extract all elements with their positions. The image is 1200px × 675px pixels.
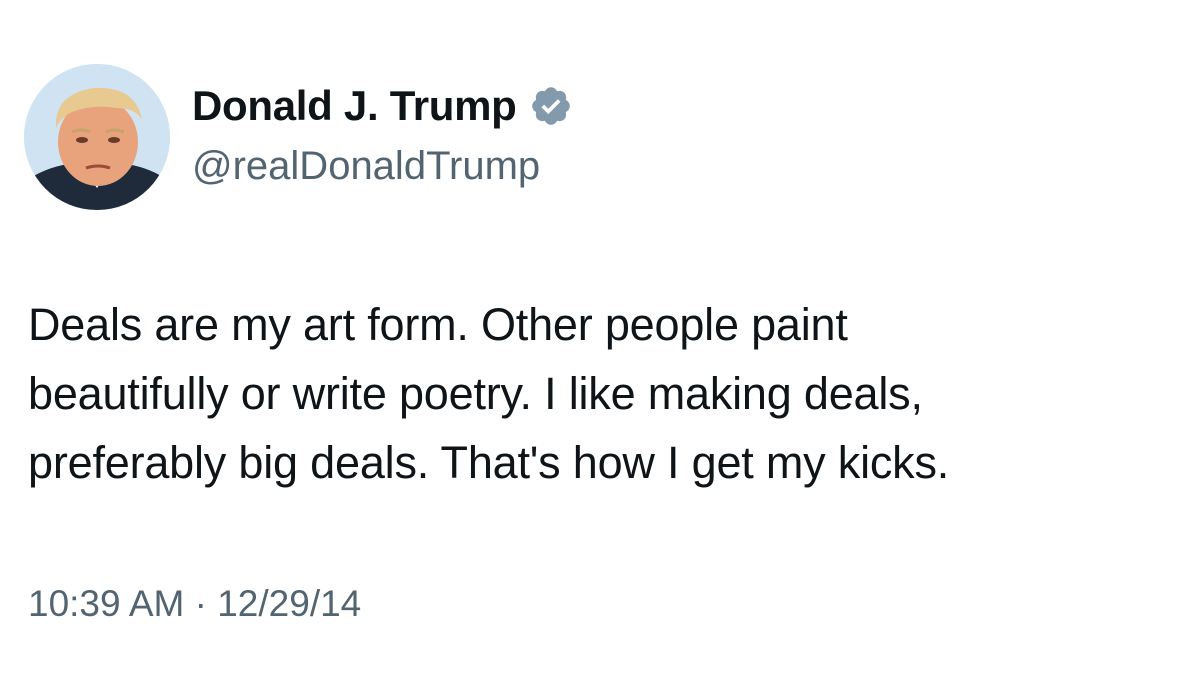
tweet-time: 10:39 AM — [28, 583, 185, 624]
tweet-timestamp[interactable]: 10:39 AM · 12/29/14 — [28, 583, 361, 625]
tweet-date: 12/29/14 — [217, 583, 362, 624]
author-name-row[interactable]: Donald J. Trump — [192, 80, 573, 132]
tweet-text-line: Deals are my art form. Other people pain… — [28, 299, 848, 350]
tweet-text-line: preferably big deals. That's how I get m… — [28, 437, 950, 488]
verified-badge-icon — [529, 84, 573, 128]
tweet-text: Deals are my art form. Other people pain… — [28, 290, 1178, 497]
meta-separator: · — [194, 583, 207, 624]
tweet-card: Donald J. Trump @realDonaldTrump Deals a… — [0, 0, 1200, 675]
author-name[interactable]: Donald J. Trump — [192, 82, 517, 130]
avatar[interactable] — [24, 64, 170, 210]
tweet-text-line: beautifully or write poetry. I like maki… — [28, 368, 923, 419]
author-handle[interactable]: @realDonaldTrump — [192, 144, 540, 189]
avatar-portrait-image — [24, 64, 170, 210]
